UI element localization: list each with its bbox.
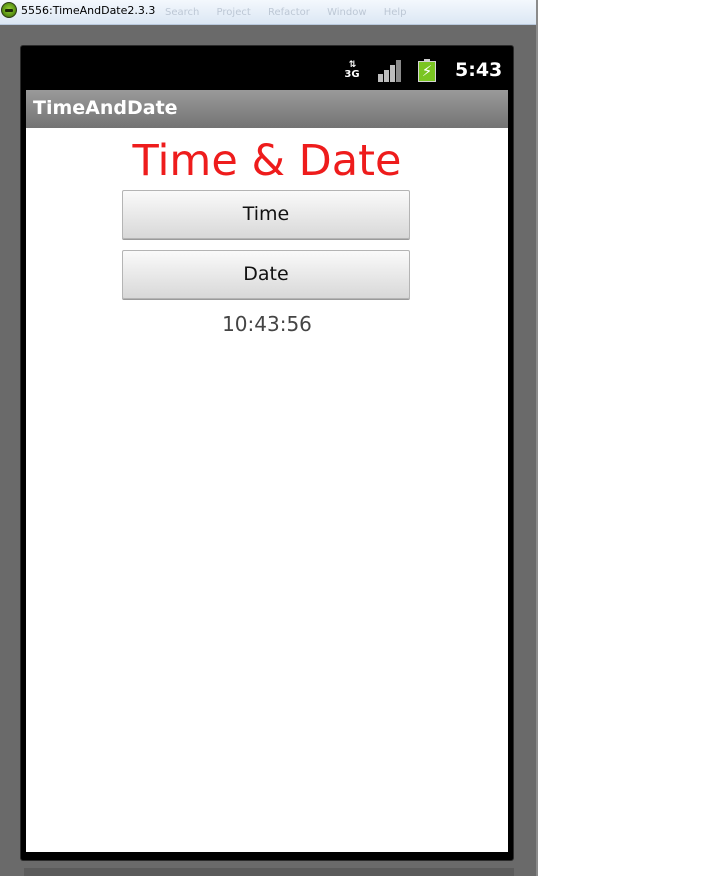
lightning-bolt-icon: ⚡ [421,62,433,80]
date-button[interactable]: Date [122,250,410,299]
main-content: Time & Date Time Date 10:43:56 [26,128,508,852]
battery-charging-icon: ⚡ [418,59,436,82]
background-menu-item: Project [216,7,251,18]
data-3g-icon: ⇅ 3G [343,60,361,82]
background-menu-item: Window [327,7,367,18]
page-heading: Time & Date [132,136,402,186]
status-clock: 5:43 [455,59,503,81]
signal-strength-icon [378,60,404,82]
background-menu-item: Search [165,7,200,18]
background-menu-item: Refactor [267,7,310,18]
android-emulator-icon [1,2,17,18]
time-button[interactable]: Time [122,190,410,239]
background-menubar: Search Project Refactor Window Help [165,7,421,18]
network-type-label: 3G [344,69,360,80]
background-menu-item: Help [383,7,407,18]
time-readout: 10:43:56 [222,312,312,336]
status-bar: ⇅ 3G ⚡ 5:43 [26,50,508,90]
window-edge [536,0,538,876]
window-title: 5556:TimeAndDate2.3.3 [21,4,156,17]
window-bottom-edge [24,868,514,876]
app-title: TimeAndDate [33,97,178,119]
window-titlebar: 5556:TimeAndDate2.3.3 Search Project Ref… [0,0,536,25]
app-title-bar: TimeAndDate [26,90,508,128]
